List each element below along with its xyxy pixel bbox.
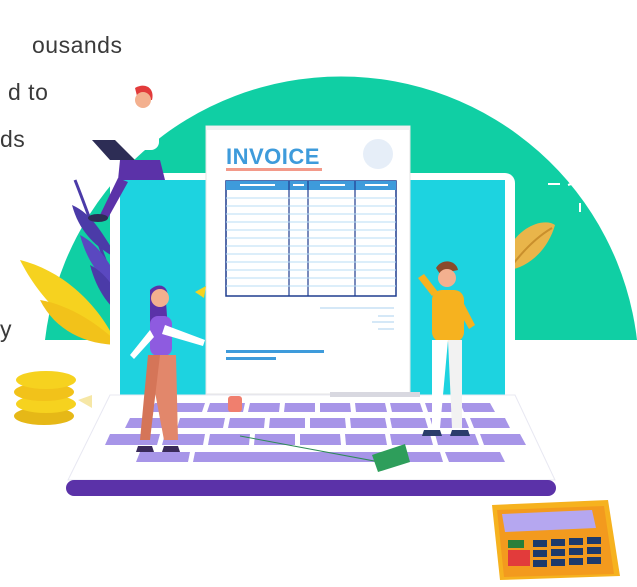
invoice-total-line bbox=[226, 350, 324, 353]
coin-stack bbox=[14, 371, 92, 425]
calculator-icon bbox=[492, 500, 620, 580]
cup-icon bbox=[228, 396, 242, 412]
invoice-illustration: INVOICE bbox=[14, 76, 637, 580]
invoice-document: INVOICE bbox=[205, 125, 411, 395]
invoice-logo bbox=[363, 139, 393, 169]
invoice-title: INVOICE bbox=[226, 144, 320, 169]
invoice-table bbox=[225, 180, 397, 297]
invoice-note-line bbox=[226, 357, 276, 360]
laptop-keyboard bbox=[66, 392, 556, 496]
